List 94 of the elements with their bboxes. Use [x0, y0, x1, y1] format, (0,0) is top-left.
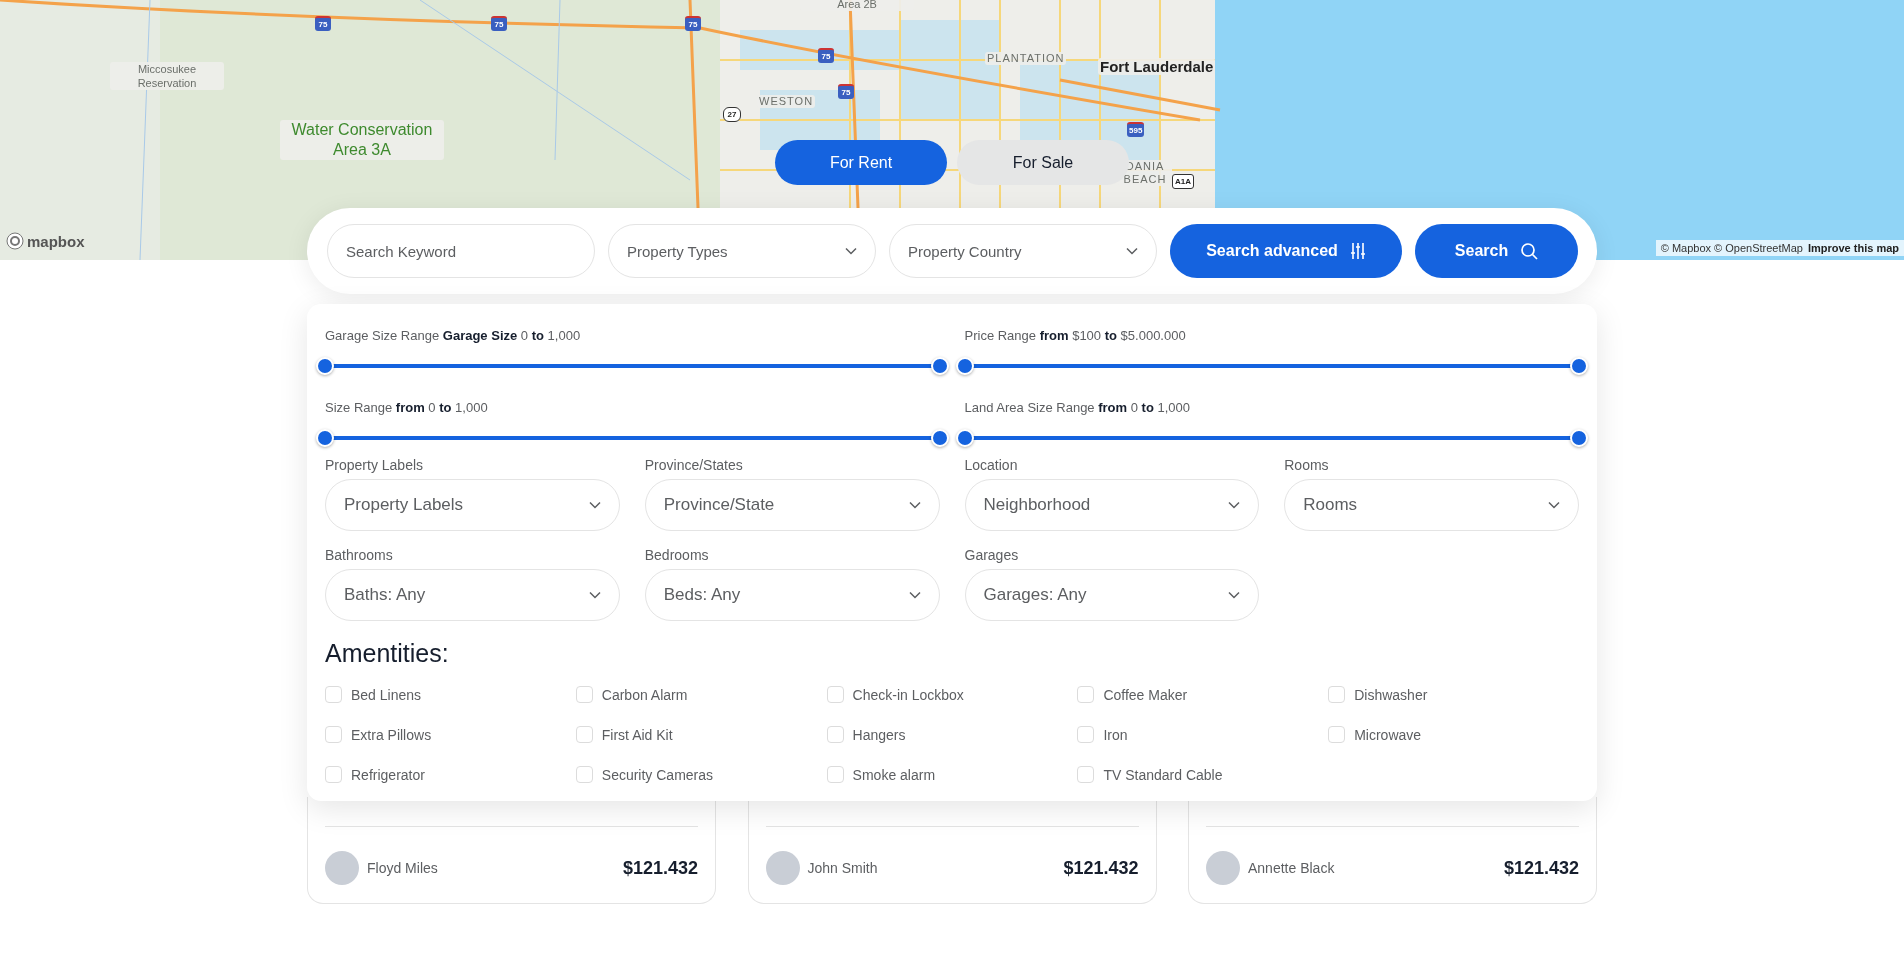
map-place-label: Fort Lauderdale — [1098, 58, 1216, 75]
chevron-down-icon — [588, 591, 601, 599]
listing-price: $121.432 — [1503, 857, 1579, 879]
chevron-down-icon — [1228, 591, 1241, 599]
checkbox-label: Extra Pillows — [351, 726, 432, 743]
chevron-down-icon — [1228, 501, 1241, 509]
listing-type-tab[interactable]: For Rent — [775, 140, 947, 185]
map-place-label: Miccosukee Reservation — [110, 62, 224, 90]
checkbox[interactable] — [325, 766, 342, 783]
checkbox[interactable] — [575, 766, 593, 783]
range-slider[interactable] — [955, 428, 1588, 448]
range-label: Price Range from $100 to $5.000.000 — [964, 327, 1187, 345]
checkbox[interactable] — [325, 726, 342, 743]
slider-handle[interactable] — [316, 357, 334, 375]
field-label: Bedrooms — [644, 547, 710, 563]
slider-handle[interactable] — [930, 429, 949, 447]
field-label: Bathrooms — [325, 547, 394, 563]
field-label: Property Labels — [325, 457, 425, 473]
checkbox[interactable] — [575, 686, 593, 703]
field-label: Garages — [964, 547, 1020, 563]
slider-handle[interactable] — [316, 429, 334, 447]
slider-handle[interactable] — [1570, 357, 1588, 375]
checkbox[interactable] — [1077, 766, 1095, 783]
checkbox-label: Coffee Maker — [1103, 686, 1188, 703]
highway-shield: 75 — [685, 16, 701, 31]
range-slider[interactable] — [955, 356, 1588, 376]
improve-map-link[interactable]: Improve this map — [1807, 242, 1899, 254]
field-label: Rooms — [1284, 457, 1330, 473]
dropdown-select[interactable]: Property Types — [608, 224, 876, 278]
map-logo-text: mapbox — [27, 232, 85, 250]
checkbox[interactable] — [826, 766, 844, 783]
logo-icon — [6, 232, 24, 250]
checkbox[interactable] — [1328, 726, 1346, 743]
range-label: Size Range from 0 to 1,000 — [325, 399, 489, 417]
highway-shield: 75 — [315, 16, 331, 31]
checkbox[interactable] — [826, 686, 844, 703]
checkbox[interactable] — [826, 726, 844, 743]
checkbox-label: Hangers — [852, 726, 906, 743]
map-attribution: © Mapbox © OpenStreetMap — [1660, 242, 1803, 254]
highway-shield: 75 — [491, 16, 507, 31]
avatar — [1206, 851, 1240, 885]
slider-handle[interactable] — [955, 429, 974, 447]
search-advanced-button[interactable]: Search advanced — [1170, 224, 1402, 278]
highway-shield: 75 — [818, 48, 834, 63]
checkbox[interactable] — [1077, 686, 1095, 703]
checkbox-label: Check-in Lockbox — [852, 686, 964, 703]
keyword-search-field[interactable]: Search Keyword — [327, 224, 595, 278]
search-icon — [1520, 242, 1539, 260]
checkbox-label: Iron — [1103, 726, 1128, 743]
chevron-down-icon — [588, 501, 601, 509]
checkbox[interactable] — [325, 686, 342, 703]
chevron-down-icon — [1126, 247, 1138, 255]
checkbox-label: Dishwasher — [1354, 686, 1428, 703]
highway-shield: 595 — [1127, 122, 1145, 137]
chevron-down-icon — [1548, 501, 1560, 509]
listing-price: $121.432 — [1063, 857, 1139, 879]
search-button[interactable]: Search — [1415, 224, 1578, 278]
range-label: Land Area Size Range from 0 to 1,000 — [964, 399, 1191, 417]
checkbox-label: Security Cameras — [601, 766, 714, 783]
checkbox-label: Carbon Alarm — [601, 686, 688, 703]
chevron-down-icon — [845, 247, 857, 255]
checkbox-label: Refrigerator — [351, 766, 425, 783]
map-place-label: PLANTATION — [985, 52, 1067, 65]
agent-name: John Smith — [807, 860, 878, 876]
range-slider[interactable] — [316, 356, 949, 376]
checkbox-label: Smoke alarm — [852, 766, 936, 783]
map-place-label: Water Conservation Area 3A — [280, 120, 444, 160]
slider-handle[interactable] — [1570, 429, 1588, 447]
checkbox-label: Microwave — [1354, 726, 1422, 743]
highway-shield: 75 — [838, 84, 854, 99]
agent-name: Annette Black — [1248, 860, 1335, 876]
listing-price: $121.432 — [622, 857, 698, 879]
checkbox[interactable] — [1328, 686, 1346, 703]
chevron-down-icon — [908, 591, 921, 599]
sliders-icon — [1349, 242, 1366, 260]
dropdown-select[interactable]: Property Country — [889, 224, 1157, 278]
chevron-down-icon — [908, 501, 921, 509]
agent-name: Floyd Miles — [367, 860, 438, 876]
field-label: Location — [964, 457, 1019, 473]
avatar — [325, 851, 359, 885]
checkbox-label: TV Standard Cable — [1103, 766, 1223, 783]
checkbox-label: First Aid Kit — [601, 726, 673, 743]
checkbox[interactable] — [575, 726, 593, 743]
range-slider[interactable] — [316, 428, 949, 448]
map-place-label: WESTON — [757, 95, 816, 108]
field-label: Province/States — [644, 457, 744, 473]
range-label: Garage Size Range Garage Size 0 to 1,000 — [325, 327, 582, 345]
avatar — [765, 851, 800, 885]
amenities-heading: Amentities: — [325, 639, 450, 668]
slider-handle[interactable] — [930, 357, 949, 375]
highway-shield: A1A — [1172, 174, 1194, 189]
checkbox-label: Bed Linens — [351, 686, 422, 703]
slider-handle[interactable] — [955, 357, 974, 375]
checkbox[interactable] — [1077, 726, 1095, 743]
